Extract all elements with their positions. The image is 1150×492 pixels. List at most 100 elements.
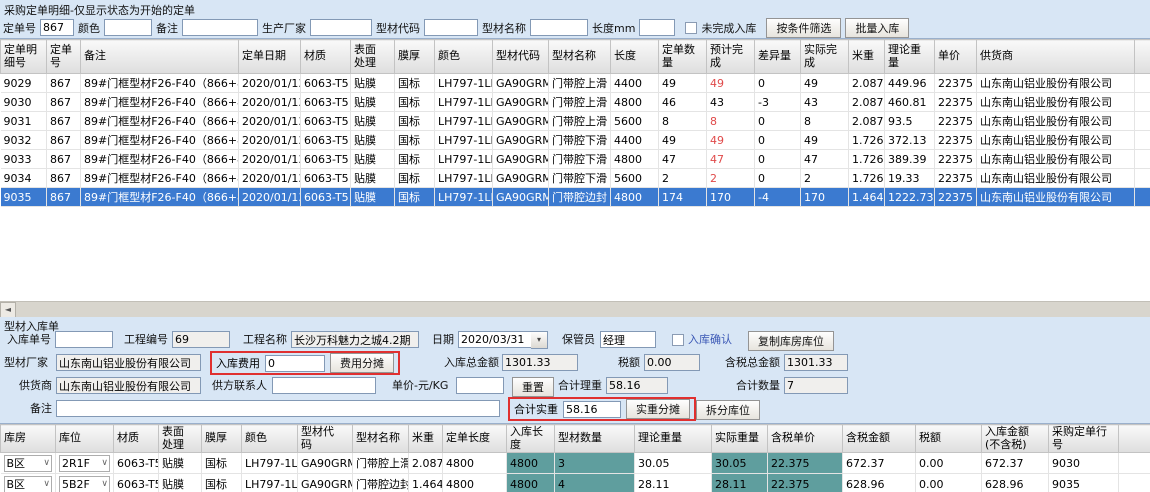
total-qty-input[interactable] xyxy=(784,377,848,394)
filter-length-input[interactable] xyxy=(639,19,675,36)
column-header[interactable]: 实际重量 xyxy=(712,425,768,453)
cell: 2.087 xyxy=(409,453,443,474)
column-header[interactable]: 定单号 xyxy=(47,40,81,74)
column-header[interactable]: 米重 xyxy=(409,425,443,453)
filter-manufacturer-input[interactable] xyxy=(310,19,372,36)
column-header[interactable]: 实际完成 xyxy=(801,40,849,74)
column-header[interactable]: 颜色 xyxy=(435,40,493,74)
column-header[interactable]: 米重 xyxy=(849,40,885,74)
column-header[interactable]: 备注 xyxy=(81,40,239,74)
total-theory-weight-input[interactable] xyxy=(606,377,668,394)
cell: 山东南山铝业股份有限公司 xyxy=(977,112,1135,131)
project-name-input[interactable] xyxy=(291,331,419,348)
cell: GA90GRM05 xyxy=(298,474,353,492)
column-header[interactable]: 型材名称 xyxy=(353,425,409,453)
column-header[interactable]: 膜厚 xyxy=(395,40,435,74)
total-actual-weight-label: 合计实重 xyxy=(514,401,558,417)
batch-inbound-button[interactable]: 批量入库 xyxy=(845,18,909,38)
column-header[interactable]: 材质 xyxy=(114,425,159,453)
column-header[interactable]: 库房 xyxy=(1,425,56,453)
filter-color-input[interactable] xyxy=(104,19,152,36)
filter-profile-code-input[interactable] xyxy=(424,19,478,36)
order-row[interactable]: 903086789#门框型材F26-F40（866+867）2020/01/13… xyxy=(1,93,1150,112)
cell: GA90GRM03 xyxy=(493,112,549,131)
column-header[interactable]: 型材数量 xyxy=(555,425,635,453)
actual-weight-split-button[interactable]: 实重分摊 xyxy=(626,399,690,419)
column-header[interactable]: 入库金额(不含税) xyxy=(982,425,1049,453)
split-location-button[interactable]: 拆分库位 xyxy=(696,400,760,420)
unfinished-inbound-checkbox[interactable] xyxy=(685,22,697,34)
column-header[interactable]: 含税金额 xyxy=(843,425,916,453)
filter-by-condition-button[interactable]: 按条件筛选 xyxy=(766,18,841,38)
column-header[interactable]: 理论重量 xyxy=(635,425,712,453)
reset-button[interactable]: 重置 xyxy=(512,377,554,397)
copy-warehouse-location-button[interactable]: 复制库房库位 xyxy=(748,331,834,351)
filter-profile-name-input[interactable] xyxy=(530,19,588,36)
column-header[interactable]: 单价 xyxy=(935,40,977,74)
column-header[interactable]: 长度 xyxy=(611,40,659,74)
cell: 国标 xyxy=(395,188,435,207)
inbound-row[interactable]: B区∨5B2F∨6063-T5贴膜国标LH797-1LL0GA90GRM05门带… xyxy=(1,474,1150,492)
column-header[interactable]: 定单数量 xyxy=(659,40,707,74)
column-header[interactable]: 定单日期 xyxy=(239,40,301,74)
filter-remark-input[interactable] xyxy=(182,19,258,36)
cell-dropdown[interactable]: 5B2F∨ xyxy=(59,476,110,492)
order-row[interactable]: 903586789#门框型材F26-F40（866+867）2020/01/13… xyxy=(1,188,1150,207)
project-no-input[interactable] xyxy=(172,331,230,348)
cell-dropdown[interactable]: B区∨ xyxy=(4,455,53,472)
order-row[interactable]: 902986789#门框型材F26-F40（866+867）2020/01/13… xyxy=(1,74,1150,93)
total-amount-input[interactable] xyxy=(502,354,578,371)
column-header[interactable]: 差异量 xyxy=(755,40,801,74)
column-header[interactable]: 定单明细号 xyxy=(1,40,47,74)
unit-price-input[interactable] xyxy=(456,377,504,394)
total-actual-weight-input[interactable] xyxy=(563,401,621,418)
column-header[interactable]: 表面处理 xyxy=(351,40,395,74)
inbound-row[interactable]: B区∨2R1F∨6063-T5贴膜国标LH797-1LL0GA90GRM03门带… xyxy=(1,453,1150,474)
fee-split-button[interactable]: 费用分摊 xyxy=(330,353,394,373)
column-header[interactable]: 材质 xyxy=(301,40,351,74)
receipt-no-input[interactable] xyxy=(55,331,113,348)
cell: 3 xyxy=(555,453,635,474)
date-input[interactable] xyxy=(458,331,532,348)
cell: 89#门框型材F26-F40（866+867） xyxy=(81,169,239,188)
inbound-confirm-checkbox[interactable] xyxy=(672,334,684,346)
column-header[interactable]: 入库长度 xyxy=(507,425,555,453)
unfinished-inbound-label: 未完成入库 xyxy=(701,20,756,36)
cell-dropdown[interactable]: 2R1F∨ xyxy=(59,455,110,472)
filter-order-no-input[interactable] xyxy=(40,19,74,36)
order-row[interactable]: 903486789#门框型材F26-F40（866+867）2020/01/13… xyxy=(1,169,1150,188)
column-header[interactable]: 税额 xyxy=(916,425,982,453)
cell-dropdown[interactable]: B区∨ xyxy=(4,476,53,492)
fee-input[interactable] xyxy=(265,355,325,372)
column-header[interactable]: 型材代码 xyxy=(493,40,549,74)
remark-label: 备注 xyxy=(26,400,52,418)
column-header[interactable]: 采购定单行号 xyxy=(1049,425,1119,453)
tax-input[interactable] xyxy=(644,354,700,371)
filter-color-label: 颜色 xyxy=(78,20,100,36)
column-header[interactable]: 型材代码 xyxy=(298,425,353,453)
order-row[interactable]: 903386789#门框型材F26-F40（866+867）2020/01/13… xyxy=(1,150,1150,169)
order-row[interactable]: 903186789#门框型材F26-F40（866+867）2020/01/13… xyxy=(1,112,1150,131)
column-header[interactable]: 膜厚 xyxy=(202,425,242,453)
date-dropdown-icon[interactable]: ▾ xyxy=(531,331,548,349)
column-header[interactable]: 表面处理 xyxy=(159,425,202,453)
supplier-contact-input[interactable] xyxy=(272,377,376,394)
total-with-tax-input[interactable] xyxy=(784,354,848,371)
column-header[interactable]: 定单长度 xyxy=(443,425,507,453)
column-header[interactable]: 库位 xyxy=(56,425,114,453)
keeper-input[interactable] xyxy=(600,331,656,348)
manufacturer-input[interactable] xyxy=(56,354,201,371)
scroll-left-icon[interactable]: ◄ xyxy=(0,302,16,318)
column-header[interactable]: 供货商 xyxy=(977,40,1135,74)
column-header[interactable]: 预计完成 xyxy=(707,40,755,74)
order-table-hscrollbar[interactable]: ◄ xyxy=(0,301,1150,317)
column-header[interactable]: 颜色 xyxy=(242,425,298,453)
order-row[interactable]: 903286789#门框型材F26-F40（866+867）2020/01/13… xyxy=(1,131,1150,150)
chevron-down-icon: ∨ xyxy=(101,480,108,489)
remark-input[interactable] xyxy=(56,400,500,417)
cell: 867 xyxy=(47,169,81,188)
column-header[interactable]: 理论重量 xyxy=(885,40,935,74)
column-header[interactable]: 含税单价 xyxy=(768,425,843,453)
column-header[interactable]: 型材名称 xyxy=(549,40,611,74)
supplier-input[interactable] xyxy=(56,377,201,394)
